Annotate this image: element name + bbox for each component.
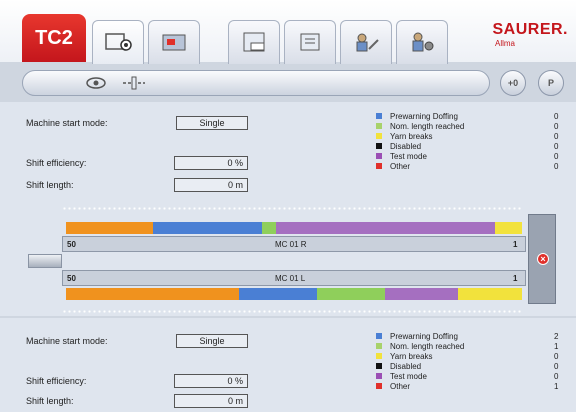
production-data-icon [162,34,186,51]
status-bar-segment [458,288,522,300]
legend-label: Prewarning Doffing [390,112,458,121]
report-icon [300,33,320,51]
status-bar-segment [316,288,386,300]
legend-count: 1 [554,342,559,351]
lower-side-panel: Machine start mode: Single Shift efficie… [0,318,576,412]
side-l-name: MC 01 L [275,274,306,283]
side-l-row[interactable]: 50 MC 01 L 1 [62,270,526,286]
side-l-start-number: 50 [67,274,76,283]
status-bar-segment [66,288,240,300]
shift-length-field: 0 m [174,394,248,408]
legend-count: 2 [554,332,559,341]
counter-reset-button[interactable]: +0 [500,70,526,96]
shift-efficiency-field: 0 % [174,374,248,388]
legend-label: Other [390,382,411,391]
legend-count: 0 [554,162,559,171]
shift-efficiency-label: Shift efficiency: [26,158,87,168]
legend-color-swatch [376,343,382,349]
tab-production-data[interactable] [148,20,200,64]
side-r-end-number: 1 [513,240,518,249]
status-bar-segment [239,288,317,300]
start-mode-field[interactable]: Single [176,116,248,130]
upper-side-panel: Machine start mode: Single Shift efficie… [0,102,576,200]
legend-color-swatch [376,333,382,339]
legend-count: 0 [554,372,559,381]
shift-efficiency-field: 0 % [174,156,248,170]
header-bar: TC2 SAURER. Allma [0,0,576,64]
legend-count: 0 [554,142,559,151]
legend-label: Yarn breaks [390,352,433,361]
status-bar-segment [262,222,276,234]
service-settings-icon [356,33,379,52]
side-r-row[interactable]: 50 MC 01 R 1 [62,236,526,252]
status-bar-segment [275,222,495,234]
tab-service-settings[interactable] [340,20,392,64]
legend-label: Yarn breaks [390,132,433,141]
legend-label: Test mode [390,152,427,161]
start-mode-label: Machine start mode: [26,118,108,128]
start-mode-label: Machine start mode: [26,336,108,346]
allma-logo: Allma [495,39,516,48]
legend-label: Disabled [390,142,422,151]
legend-label: Nom. length reached [390,342,465,351]
spindle-view-button[interactable] [119,74,149,92]
start-mode-field[interactable]: Single [176,334,248,348]
counter-icon [243,32,265,52]
stop-alarm-icon[interactable]: × [537,253,549,265]
legend-color-swatch [376,123,382,129]
legend-label: Other [390,162,411,171]
machine-type-badge: TC2 [22,14,86,62]
legend-count: 0 [554,362,559,371]
legend-label: Prewarning Doffing [390,332,458,341]
machine-overview-icon [105,33,132,51]
saurer-logo: SAURER. [492,21,568,38]
status-bar-segment [494,222,522,234]
machine-end-unit: × [528,214,556,304]
shift-efficiency-label: Shift efficiency: [26,376,87,386]
shift-length-field: 0 m [174,178,248,192]
legend-count: 0 [554,152,559,161]
legend-count: 0 [554,122,559,131]
legend-color-swatch [376,133,382,139]
legend-count: 0 [554,352,559,361]
view-toolbar [22,70,490,96]
legend-count: 0 [554,112,559,121]
eye-icon [86,77,106,89]
legend-color-swatch [376,363,382,369]
lower-spindle-dots [62,310,522,313]
legend-count: 1 [554,382,559,391]
side-l-end-number: 1 [513,274,518,283]
eye-view-button[interactable] [81,74,111,92]
side-r-status-bar [66,222,522,234]
legend-color-swatch [376,373,382,379]
legend-color-swatch [376,143,382,149]
side-r-start-number: 50 [67,240,76,249]
parameter-button[interactable]: P [538,70,564,96]
shift-length-label: Shift length: [26,396,74,406]
legend-color-swatch [376,163,382,169]
tab-counter[interactable] [228,20,280,64]
legend-color-swatch [376,383,382,389]
legend-color-swatch [376,353,382,359]
configuration-icon [412,32,434,52]
tab-report[interactable] [284,20,336,64]
tab-machine-overview[interactable] [92,20,144,64]
legend-label: Nom. length reached [390,122,465,131]
status-bar-segment [385,288,459,300]
machine-diagram: 50 MC 01 R 1 50 MC 01 L 1 × [0,200,576,316]
side-l-status-bar [66,288,522,300]
legend-label: Test mode [390,372,427,381]
legend-color-swatch [376,153,382,159]
upper-spindle-dots [62,207,522,210]
legend-count: 0 [554,132,559,141]
side-r-name: MC 01 R [275,240,307,249]
machine-head-rod [28,254,62,268]
status-bar-segment [66,222,153,234]
spindle-icon [123,76,145,90]
legend-label: Disabled [390,362,422,371]
status-bar-segment [152,222,263,234]
shift-length-label: Shift length: [26,180,74,190]
tab-configuration[interactable] [396,20,448,64]
legend-color-swatch [376,113,382,119]
